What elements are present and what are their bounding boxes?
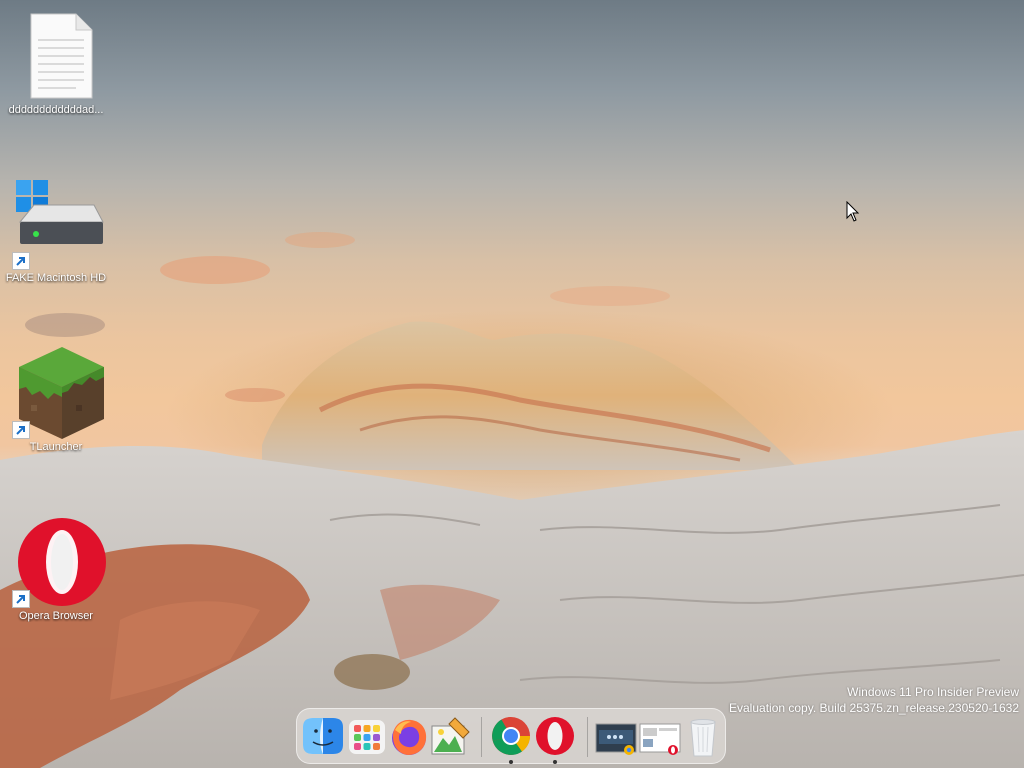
hard-drive-icon: [6, 178, 106, 270]
watermark-line-1: Windows 11 Pro Insider Preview: [847, 685, 1019, 699]
running-indicator: [509, 760, 513, 764]
finder-icon: [303, 718, 343, 754]
desktop-icon-label: TLauncher: [29, 441, 83, 453]
mouse-cursor-icon: [846, 201, 860, 222]
desktop-icon-label: FAKE Macintosh HD: [5, 272, 107, 284]
windows-watermark: Windows 11 Pro Insider Preview Evaluatio…: [729, 684, 1019, 716]
image-editor-icon: [431, 717, 470, 755]
window-thumbnail-chrome: [595, 723, 637, 755]
shortcut-arrow-icon: [12, 252, 30, 270]
desktop-icon-fake-macintosh-hd[interactable]: FAKE Macintosh HD: [1, 178, 111, 284]
dock-app-firefox[interactable]: [387, 714, 431, 758]
dock-window-thumbnail-opera[interactable]: [639, 714, 683, 758]
firefox-icon: [392, 719, 427, 755]
dock-app-finder[interactable]: [301, 714, 345, 758]
dock-app-chrome[interactable]: [489, 714, 533, 764]
shortcut-arrow-icon: [12, 590, 30, 608]
desktop-icon-label: Opera Browser: [19, 610, 93, 622]
dock-window-thumbnail-chrome[interactable]: [595, 714, 639, 758]
shortcut-arrow-icon: [12, 421, 30, 439]
dock-app-trash[interactable]: [681, 714, 725, 758]
launchpad-icon: [349, 720, 385, 754]
dock: [296, 708, 726, 764]
chrome-icon: [492, 716, 530, 755]
dock-separator: [481, 717, 482, 757]
dock-app-image-editor[interactable]: [429, 714, 473, 758]
text-file-icon: [6, 10, 106, 102]
opera-icon: [536, 717, 574, 755]
dock-separator: [587, 717, 588, 757]
desktop-icon-tlauncher[interactable]: TLauncher: [1, 347, 111, 453]
trash-icon: [690, 719, 716, 757]
desktop-icon-opera-browser[interactable]: Opera Browser: [1, 516, 111, 622]
watermark-line-2: Evaluation copy. Build 25375.zn_release.…: [729, 701, 1019, 715]
dock-app-launchpad[interactable]: [345, 714, 389, 758]
wallpaper: [0, 232, 1024, 768]
desktop-icon-text-file[interactable]: ddddddddddddad...: [1, 10, 111, 116]
dock-app-opera[interactable]: [533, 714, 577, 764]
running-indicator: [553, 760, 557, 764]
window-thumbnail-opera: [639, 723, 681, 755]
desktop-icon-label: ddddddddddddad...: [8, 104, 104, 116]
minecraft-grass-block-icon: [6, 347, 106, 439]
opera-icon: [6, 516, 106, 608]
